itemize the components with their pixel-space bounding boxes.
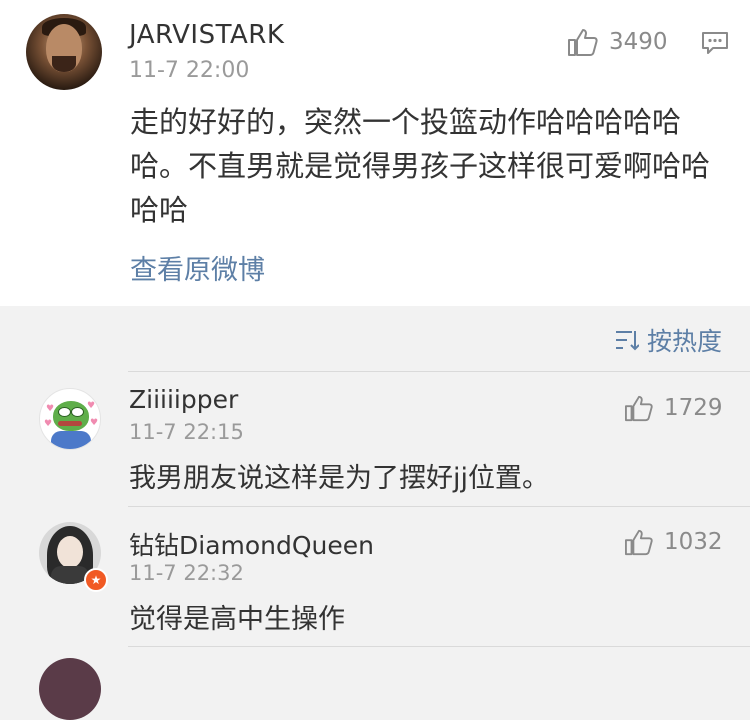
comment-like-count: 1032 xyxy=(664,529,723,555)
comment-like-button[interactable]: 1032 xyxy=(624,528,723,556)
avatar-face xyxy=(57,536,83,568)
main-post-like-count: 3490 xyxy=(609,29,668,55)
divider xyxy=(128,371,750,372)
comment-text: 我男朋友说这样是为了摆好jj位置。 xyxy=(129,463,550,494)
comment-text: 觉得是高中生操作 xyxy=(129,604,345,635)
comment-icon[interactable] xyxy=(701,31,729,55)
comment-username[interactable]: 钻钻DiamondQueen xyxy=(129,526,374,562)
view-original-link[interactable]: 查看原微博 xyxy=(130,248,265,287)
thumbs-up-icon xyxy=(568,29,598,56)
comment-like-button[interactable]: 1729 xyxy=(624,394,723,422)
avatar-eye xyxy=(58,407,71,417)
avatar-shirt xyxy=(51,431,91,449)
heart-icon: ♥ xyxy=(87,401,96,411)
main-post-like-button[interactable]: 3490 xyxy=(567,27,668,57)
comment-username[interactable]: Ziiiiipper xyxy=(129,385,238,414)
avatar-eye xyxy=(71,407,84,417)
avatar-frog-head xyxy=(53,401,89,431)
thumbs-up-icon xyxy=(625,395,653,422)
main-post-avatar[interactable] xyxy=(26,14,102,90)
divider xyxy=(128,646,750,647)
main-post-text: 走的好好的，突然一个投篮动作哈哈哈哈哈哈。不直男就是觉得男孩子这样很可爱啊哈哈哈… xyxy=(130,105,711,227)
sort-label: 按热度 xyxy=(646,327,722,356)
sort-by-hot-button[interactable]: 按热度 xyxy=(615,322,722,358)
thumbs-up-icon xyxy=(625,529,653,556)
divider xyxy=(128,506,750,507)
main-post-timestamp: 11-7 22:00 xyxy=(129,58,250,83)
main-post: JARVISTARK 11-7 22:00 3490 走的好好的，突然一个投篮动… xyxy=(0,0,750,306)
comment-avatar[interactable] xyxy=(39,658,101,720)
comment-timestamp: 11-7 22:32 xyxy=(129,561,244,585)
sort-icon xyxy=(615,331,639,351)
comment-avatar[interactable]: ♥ ♥ ♥ ♥ xyxy=(39,388,101,450)
avatar-lips xyxy=(58,421,82,426)
avatar-beard xyxy=(52,56,76,72)
heart-icon: ♥ xyxy=(90,418,99,428)
vip-badge-icon: ★ xyxy=(84,568,108,592)
main-post-username[interactable]: JARVISTARK xyxy=(129,20,284,50)
heart-icon: ♥ xyxy=(44,419,53,429)
comment-like-count: 1729 xyxy=(664,395,723,421)
comment-timestamp: 11-7 22:15 xyxy=(129,420,244,444)
